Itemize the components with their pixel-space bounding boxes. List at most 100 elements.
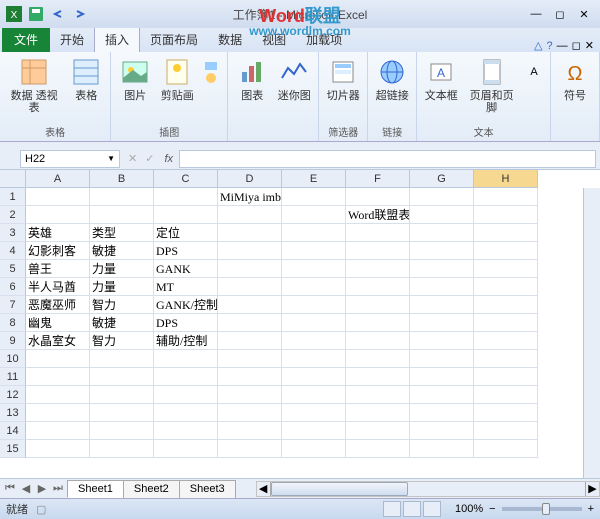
undo-icon[interactable] [48,4,68,24]
row-header-11[interactable]: 11 [0,368,26,386]
cell-C12[interactable] [154,386,218,404]
cell-F15[interactable] [346,440,410,458]
cell-E1[interactable] [282,188,346,206]
spreadsheet-grid[interactable]: ABCDEFGH 123456789101112131415 MiMiya im… [0,170,600,478]
page-break-view-icon[interactable] [423,501,441,517]
cell-D11[interactable] [218,368,282,386]
cell-C6[interactable]: MT [154,278,218,296]
slicer-button[interactable]: 切片器 [325,56,361,122]
cell-H15[interactable] [474,440,538,458]
save-icon[interactable] [26,4,46,24]
cell-F14[interactable] [346,422,410,440]
cell-F12[interactable] [346,386,410,404]
table-button[interactable]: 表格 [68,56,104,122]
horizontal-scrollbar[interactable]: ◀ ▶ [256,481,600,497]
zoom-out-icon[interactable]: − [489,503,495,515]
cell-F10[interactable] [346,350,410,368]
name-box[interactable]: H22▼ [20,150,120,168]
cell-G8[interactable] [410,314,474,332]
maximize-icon[interactable]: ◻ [550,4,570,24]
cell-A13[interactable] [26,404,90,422]
sparkline-button[interactable]: 迷你图 [276,56,312,137]
cell-A14[interactable] [26,422,90,440]
cell-C15[interactable] [154,440,218,458]
cell-C4[interactable]: DPS [154,242,218,260]
cell-D9[interactable] [218,332,282,350]
cell-G6[interactable] [410,278,474,296]
cell-E14[interactable] [282,422,346,440]
enter-icon[interactable]: ✓ [145,152,154,165]
textbox-button[interactable]: A文本框 [423,56,459,122]
cell-F5[interactable] [346,260,410,278]
hyperlink-button[interactable]: 超链接 [374,56,410,122]
column-header-H[interactable]: H [474,170,538,188]
row-header-10[interactable]: 10 [0,350,26,368]
cell-C10[interactable] [154,350,218,368]
cell-E13[interactable] [282,404,346,422]
cell-H4[interactable] [474,242,538,260]
cell-D2[interactable] [218,206,282,224]
symbol-button[interactable]: Ω符号 [557,56,593,137]
fx-icon[interactable]: fx [164,153,173,165]
cell-F7[interactable] [346,296,410,314]
minimize-ribbon-icon[interactable]: △ [534,39,542,52]
cell-E11[interactable] [282,368,346,386]
cell-D13[interactable] [218,404,282,422]
cell-G3[interactable] [410,224,474,242]
pivot-table-button[interactable]: 数据 透视表 [6,56,62,122]
cell-F13[interactable] [346,404,410,422]
help-icon[interactable]: ? [547,40,553,52]
ribbon-close-icon[interactable]: ✕ [585,39,594,52]
cell-F8[interactable] [346,314,410,332]
cell-D3[interactable] [218,224,282,242]
cell-H10[interactable] [474,350,538,368]
cell-A11[interactable] [26,368,90,386]
cell-E8[interactable] [282,314,346,332]
cell-B10[interactable] [90,350,154,368]
cell-G13[interactable] [410,404,474,422]
column-header-A[interactable]: A [26,170,90,188]
tab-home[interactable]: 开始 [50,27,94,52]
cell-A2[interactable] [26,206,90,224]
column-header-F[interactable]: F [346,170,410,188]
cell-B2[interactable] [90,206,154,224]
cell-B15[interactable] [90,440,154,458]
first-sheet-icon[interactable]: ⏮ [2,481,18,497]
cell-G11[interactable] [410,368,474,386]
cell-B13[interactable] [90,404,154,422]
cell-G1[interactable] [410,188,474,206]
cell-G14[interactable] [410,422,474,440]
cell-C9[interactable]: 辅助/控制 [154,332,218,350]
cell-C5[interactable]: GANK [154,260,218,278]
cell-B8[interactable]: 敏捷 [90,314,154,332]
cell-A9[interactable]: 水晶室女 [26,332,90,350]
cell-A6[interactable]: 半人马酋 [26,278,90,296]
cell-A8[interactable]: 幽鬼 [26,314,90,332]
sheet-tab-Sheet2[interactable]: Sheet2 [123,480,180,498]
cell-G9[interactable] [410,332,474,350]
cell-B12[interactable] [90,386,154,404]
column-header-D[interactable]: D [218,170,282,188]
row-header-2[interactable]: 2 [0,206,26,224]
cell-D5[interactable] [218,260,282,278]
cell-G2[interactable] [410,206,474,224]
tab-page-layout[interactable]: 页面布局 [140,27,208,52]
cell-A5[interactable]: 兽王 [26,260,90,278]
prev-sheet-icon[interactable]: ◀ [18,481,34,497]
cell-C7[interactable]: GANK/控制 [154,296,218,314]
cell-G15[interactable] [410,440,474,458]
cell-E2[interactable] [282,206,346,224]
cell-C11[interactable] [154,368,218,386]
cell-A3[interactable]: 英雄 [26,224,90,242]
column-header-G[interactable]: G [410,170,474,188]
row-header-1[interactable]: 1 [0,188,26,206]
cell-A10[interactable] [26,350,90,368]
row-header-13[interactable]: 13 [0,404,26,422]
picture-button[interactable]: 图片 [117,56,153,122]
sheet-tab-Sheet3[interactable]: Sheet3 [179,480,236,498]
cell-F2[interactable]: Word联盟表格示例1 [346,206,410,224]
macro-icon[interactable]: ▢ [36,503,46,516]
last-sheet-icon[interactable]: ⏭ [50,481,66,497]
row-header-4[interactable]: 4 [0,242,26,260]
cell-F9[interactable] [346,332,410,350]
